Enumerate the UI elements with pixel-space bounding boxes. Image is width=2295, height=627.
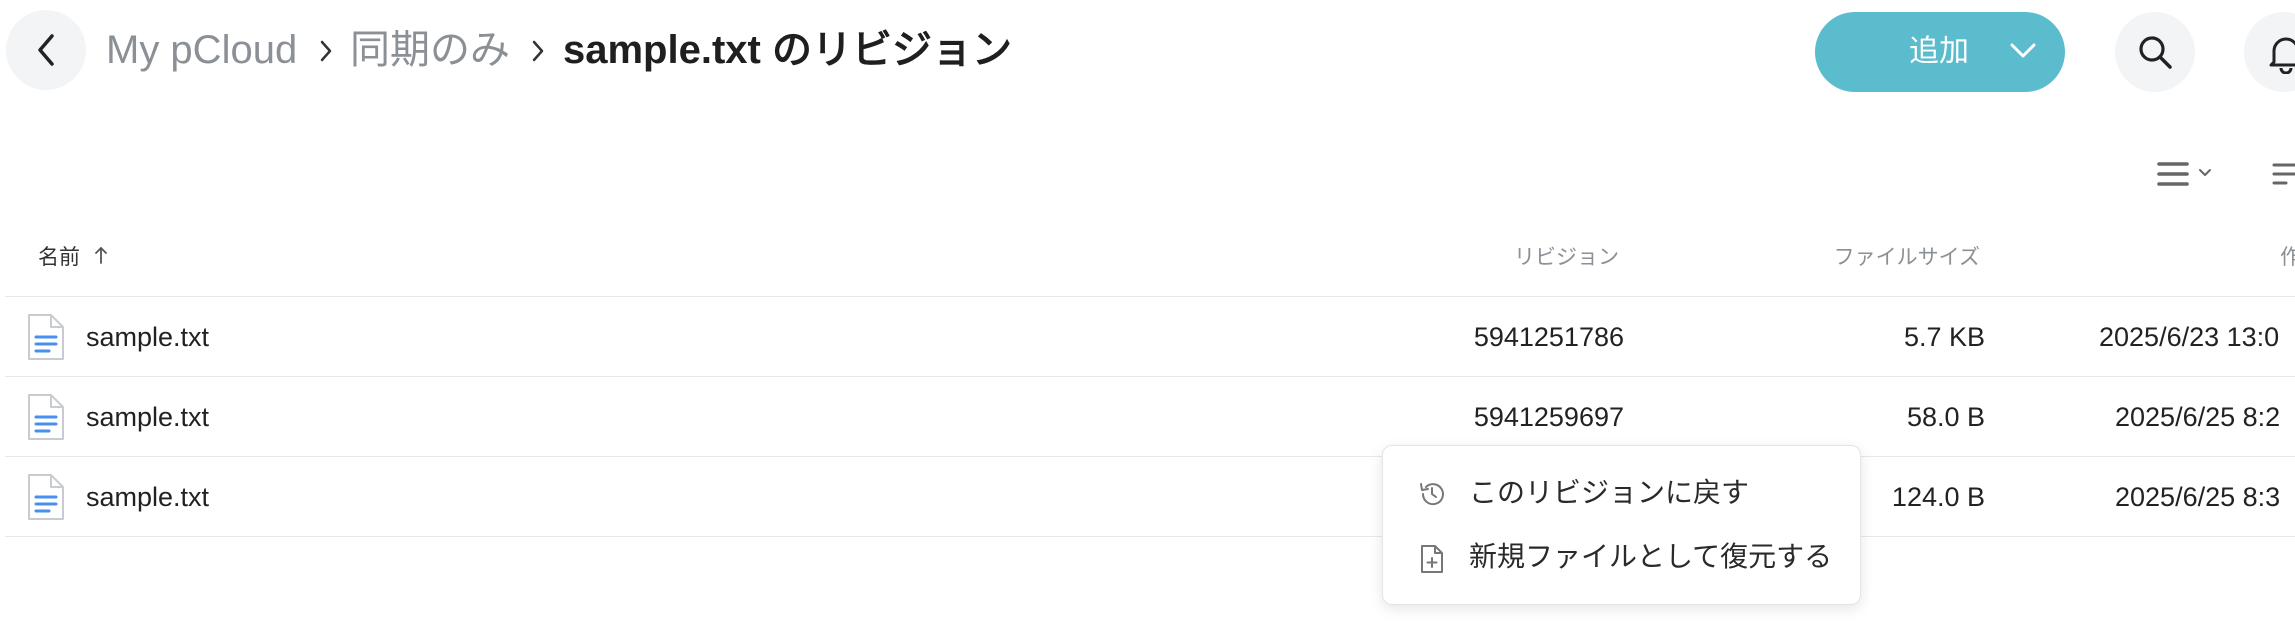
notifications-button[interactable]: [2244, 12, 2295, 92]
menu-item-restore-as-new-file[interactable]: 新規ファイルとして復元する: [1383, 527, 1860, 587]
revision-context-menu: このリビジョンに戻す 新規ファイルとして復元する: [1382, 445, 1861, 605]
add-button-label: 追加: [1909, 35, 1969, 68]
add-button[interactable]: 追加: [1815, 12, 2065, 92]
list-view-toggle[interactable]: [2155, 155, 2225, 195]
size-cell: 5.7 KB: [1903, 322, 1985, 352]
file-name: sample.txt: [86, 322, 210, 352]
file-name: sample.txt: [86, 482, 210, 512]
back-button[interactable]: [6, 10, 86, 90]
sort-button[interactable]: [2270, 160, 2295, 190]
column-header-date[interactable]: 作: [2280, 241, 2295, 271]
list-view-icon: [2157, 162, 2211, 186]
revision-cell: 5941259697: [1473, 402, 1624, 432]
page-title: sample.txt のリビジョン: [563, 28, 1012, 72]
menu-item-label: 新規ファイルとして復元する: [1469, 541, 1833, 572]
header-bar: My pCloud 同期のみ sample.txt のリビジョン 追加: [0, 0, 2295, 110]
search-button[interactable]: [2115, 12, 2195, 92]
date-cell: 2025/6/25 8:2: [2115, 402, 2281, 432]
size-cell: 58.0 B: [1906, 402, 1985, 432]
breadcrumb-separator-icon: [320, 40, 332, 62]
breadcrumb-item-my-pcloud[interactable]: My pCloud: [106, 22, 297, 78]
chevron-left-icon: [38, 34, 54, 66]
breadcrumb-item-sync-only[interactable]: 同期のみ: [350, 22, 510, 78]
chevron-down-icon: [2010, 43, 2036, 58]
size-cell: 124.0 B: [1891, 482, 1985, 512]
column-header-size[interactable]: ファイルサイズ: [1834, 241, 1980, 271]
history-icon: [1420, 483, 1444, 506]
menu-item-revert-to-revision[interactable]: このリビジョンに戻す: [1383, 463, 1860, 523]
text-file-icon: [28, 314, 64, 360]
table-row[interactable]: sample.txt 5941251786 5.7 KB 2025/6/23 1…: [5, 297, 2295, 377]
text-file-icon: [28, 394, 64, 440]
table-row[interactable]: sample.txt 5941259697 58.0 B 2025/6/25 8…: [5, 377, 2295, 457]
sort-icon: [2272, 163, 2295, 185]
row-divider: [5, 536, 2295, 537]
sort-ascending-icon: [95, 247, 107, 264]
date-cell: 2025/6/23 13:0: [2099, 322, 2280, 352]
text-file-icon: [28, 474, 64, 520]
breadcrumb-separator-icon: [532, 40, 544, 62]
revision-cell: 5941251786: [1473, 322, 1624, 352]
date-cell: 2025/6/25 8:3: [2115, 482, 2281, 512]
file-name: sample.txt: [86, 402, 210, 432]
bell-icon: [2269, 37, 2295, 74]
file-add-icon: [1421, 545, 1443, 573]
table-row[interactable]: sample.txt 124.0 B 2025/6/25 8:3: [5, 457, 2295, 537]
column-header-revision[interactable]: リビジョン: [1514, 241, 1619, 271]
column-header-name[interactable]: 名前: [38, 241, 80, 271]
search-icon: [2139, 36, 2172, 69]
menu-item-label: このリビジョンに戻す: [1469, 477, 1750, 508]
